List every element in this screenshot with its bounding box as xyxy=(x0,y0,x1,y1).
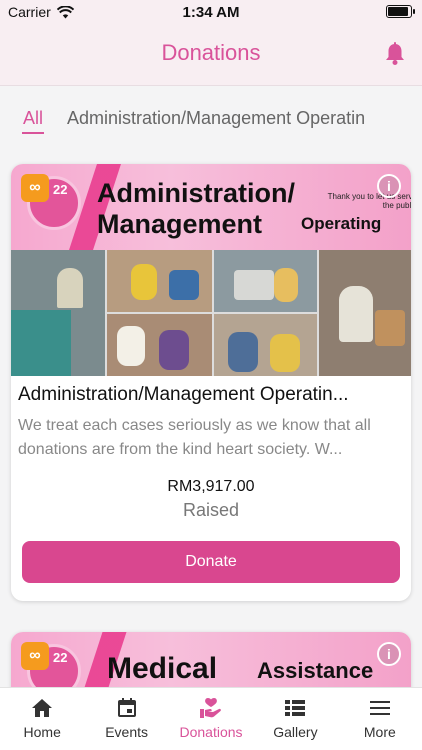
info-icon[interactable]: i xyxy=(377,642,401,666)
home-icon xyxy=(32,699,53,717)
menu-icon xyxy=(369,701,390,715)
page-title: Donations xyxy=(161,40,261,65)
nav-donations[interactable]: Donations xyxy=(169,688,253,750)
banner-title: Medical xyxy=(107,652,218,685)
donations-screen: Carrier 1:34 AM Donations All Administra… xyxy=(0,0,422,750)
photo-collage xyxy=(11,250,411,376)
donation-card[interactable]: 22 ∞ Administration/ Management Thank yo… xyxy=(11,164,411,601)
banner-note: Thank you to let us serve the public xyxy=(327,192,411,210)
card-body: Administration/Management Operatin... We… xyxy=(11,376,411,601)
banner-subtitle: Operating xyxy=(301,214,382,233)
donate-button[interactable]: Donate xyxy=(22,541,400,583)
photo xyxy=(11,250,105,376)
nav-more-label: More xyxy=(363,724,396,740)
battery-icon xyxy=(386,5,415,18)
card-title: Administration/Management Operatin... xyxy=(18,384,349,405)
bottom-navigation: Home Events Donations Gallery More xyxy=(0,687,422,750)
bell-icon[interactable] xyxy=(384,42,406,66)
donation-heart-icon xyxy=(200,698,221,718)
nav-events[interactable]: Events xyxy=(84,688,168,750)
nav-home-label: Home xyxy=(23,724,61,740)
calendar-icon xyxy=(117,698,136,717)
category-tabs: All Administration/Management Operatin xyxy=(0,100,422,140)
banner-subtitle: Assistance xyxy=(257,658,374,683)
nav-events-label: Events xyxy=(105,724,149,740)
nav-more[interactable]: More xyxy=(338,688,422,750)
logo-text: 22 xyxy=(53,182,68,197)
photo xyxy=(214,250,318,376)
raised-amount: RM3,917.00 xyxy=(167,478,255,495)
nav-donations-label: Donations xyxy=(179,724,243,740)
gallery-list-icon xyxy=(285,700,306,716)
card-banner: 22 ∞ Administration/ Management Thank yo… xyxy=(11,164,411,250)
logo-text: 22 xyxy=(53,650,68,665)
banner-title: Administration/ Management xyxy=(97,178,296,239)
tab-active-indicator xyxy=(22,132,44,134)
raised-label: Raised xyxy=(182,500,240,520)
nav-gallery[interactable]: Gallery xyxy=(253,688,337,750)
nav-home[interactable]: Home xyxy=(0,688,84,750)
tab-administration[interactable]: Administration/Management Operatin xyxy=(67,108,365,129)
clock: 1:34 AM xyxy=(182,4,240,21)
info-icon[interactable]: i xyxy=(377,174,401,198)
infinity-icon: ∞ xyxy=(21,174,49,202)
photo xyxy=(319,250,411,376)
infinity-icon: ∞ xyxy=(21,642,49,670)
status-bar: Carrier 1:34 AM xyxy=(0,0,422,24)
card-description: We treat each cases seriously as we know… xyxy=(18,417,371,458)
top-bar: Carrier 1:34 AM Donations xyxy=(0,0,422,86)
photo xyxy=(106,250,212,376)
tab-all[interactable]: All xyxy=(23,108,43,129)
nav-gallery-label: Gallery xyxy=(273,724,318,740)
